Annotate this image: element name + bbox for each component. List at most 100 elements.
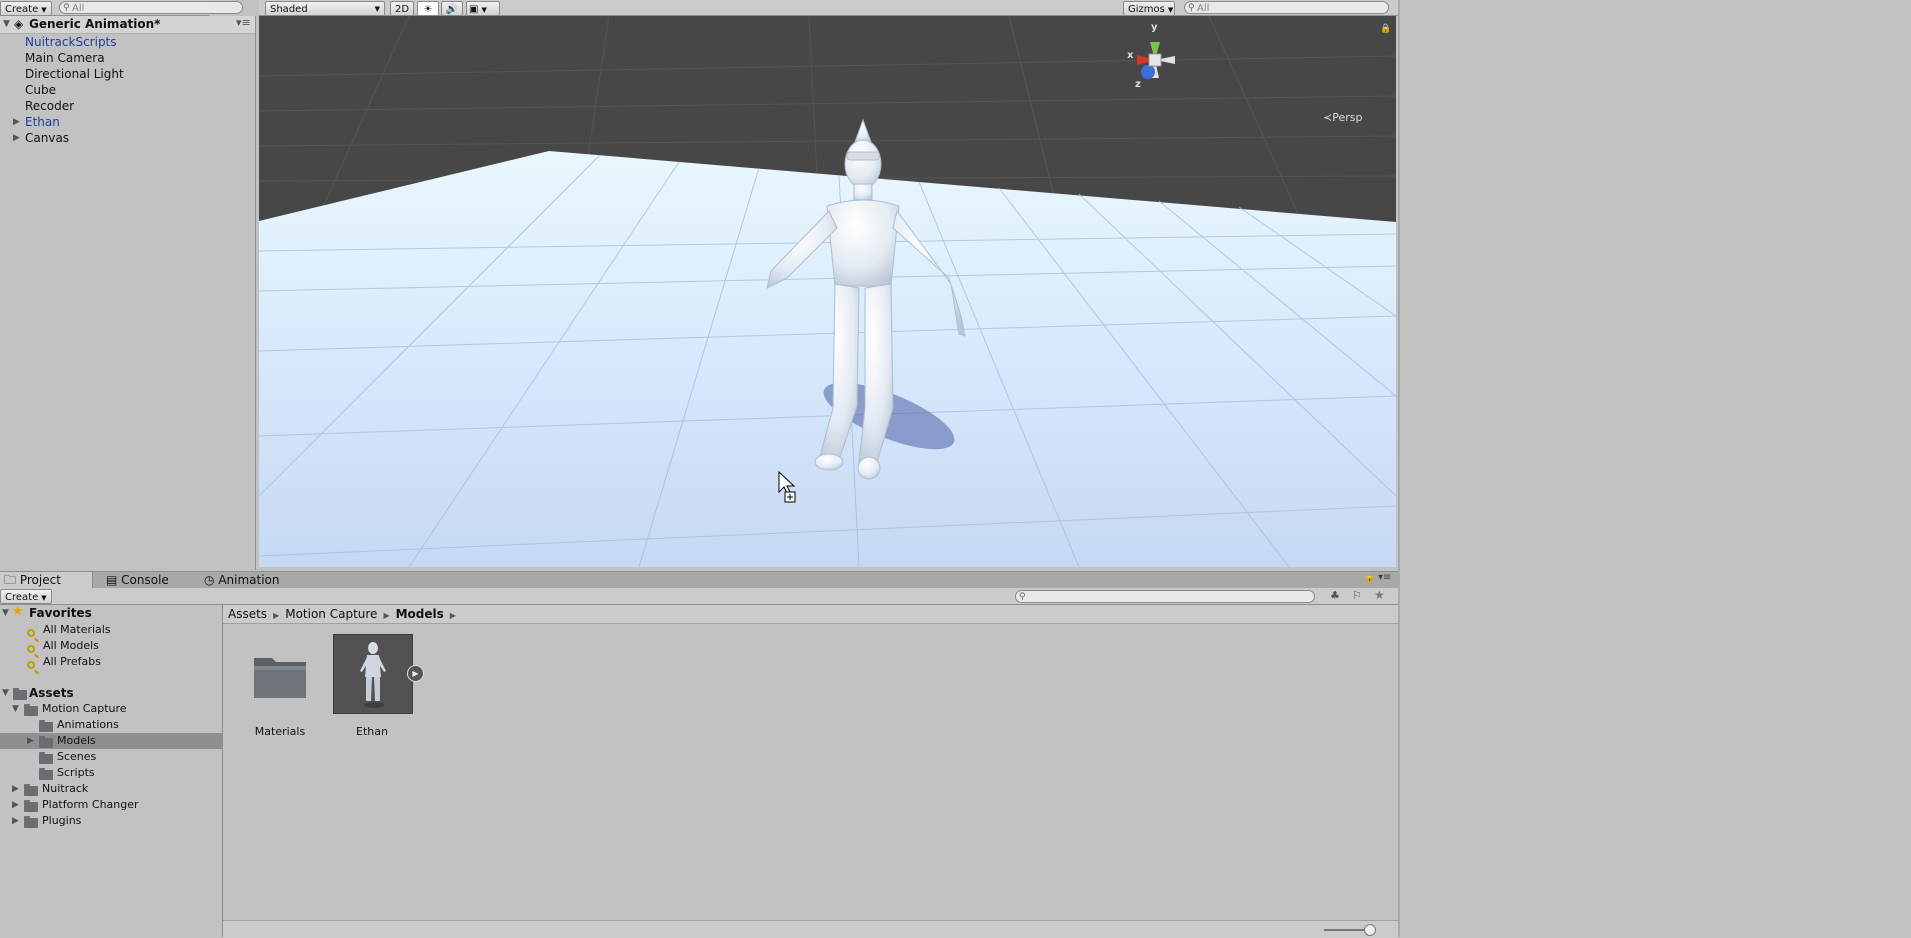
- scene-render: [259, 16, 1396, 567]
- dropdown-caret-icon: ▼: [481, 6, 487, 14]
- folder-tree-item[interactable]: ▶ Plugins: [0, 813, 222, 829]
- shading-mode-dropdown[interactable]: Shaded ▼: [265, 1, 385, 16]
- favorite-item[interactable]: All Prefabs: [0, 654, 222, 670]
- expand-triangle-icon[interactable]: ▼: [2, 605, 9, 621]
- hierarchy-item[interactable]: NuitrackScripts: [0, 34, 255, 50]
- dropdown-caret-icon: ▼: [41, 594, 47, 602]
- folder-tree-label: Animations: [57, 718, 119, 731]
- breadcrumb-separator-icon[interactable]: ▶: [450, 611, 456, 620]
- breadcrumb-separator-icon[interactable]: ▶: [273, 611, 279, 620]
- folder-tree-label: Scenes: [57, 750, 97, 763]
- folder-tree-item[interactable]: ▶ Platform Changer: [0, 797, 222, 813]
- hierarchy-create-button[interactable]: Create ▼: [0, 1, 52, 16]
- tab-animation-label: Animation: [218, 573, 280, 587]
- hierarchy-item[interactable]: ▶ Ethan: [0, 114, 255, 130]
- hierarchy-item[interactable]: ▶ Canvas: [0, 130, 255, 146]
- dropdown-caret-icon: ▼: [41, 6, 47, 14]
- hierarchy-item[interactable]: Main Camera: [0, 50, 255, 66]
- shading-mode-label: Shaded: [270, 4, 308, 15]
- scene-header[interactable]: ▼ ◈ Generic Animation* ▾≡: [0, 16, 255, 34]
- expand-triangle-icon[interactable]: ▶: [13, 130, 20, 146]
- expand-triangle-icon[interactable]: ▶: [12, 781, 19, 797]
- scene-search-placeholder: All: [1197, 3, 1210, 14]
- asset-label: Materials: [254, 725, 306, 738]
- folder-icon: [24, 815, 38, 831]
- project-create-button[interactable]: Create ▼: [0, 589, 52, 604]
- favorite-item[interactable]: All Materials: [0, 622, 222, 638]
- gizmos-dropdown[interactable]: Gizmos ▼: [1123, 1, 1175, 16]
- expand-triangle-icon[interactable]: ▼: [3, 19, 10, 29]
- breadcrumb-items: Assets ▶ Motion Capture ▶ Models ▶: [228, 607, 462, 621]
- folder-tree-item[interactable]: Scenes: [0, 749, 222, 765]
- hierarchy-item-label: Cube: [25, 83, 56, 97]
- filter-by-label-icon[interactable]: ⚐: [1352, 589, 1362, 602]
- search-icon: ⚲: [63, 3, 70, 13]
- tab-animation[interactable]: ◷ Animation: [200, 572, 286, 588]
- hierarchy-item[interactable]: Recoder: [0, 98, 255, 114]
- project-tree-panel: ▼ ★ Favorites All Materials All Models All…: [0, 604, 223, 937]
- breadcrumb: Assets ▶ Motion Capture ▶ Models ▶: [223, 605, 1398, 624]
- perspective-icon: ≺: [1323, 111, 1333, 124]
- scene-menu-icon[interactable]: ▾≡: [236, 16, 251, 29]
- breadcrumb-item[interactable]: Assets: [228, 607, 267, 621]
- lock-icon[interactable]: 🔒: [1380, 24, 1391, 34]
- expand-triangle-icon[interactable]: ▶: [13, 114, 20, 130]
- projection-toggle[interactable]: ≺Persp: [1323, 111, 1362, 124]
- clock-icon: ◷: [204, 573, 215, 587]
- filter-by-type-icon[interactable]: ♣: [1330, 589, 1340, 602]
- tab-console[interactable]: ▤ Console: [102, 572, 175, 588]
- effects-toggle-button[interactable]: ▣ ▼: [466, 1, 500, 16]
- dropdown-caret-icon: ▼: [1167, 6, 1174, 14]
- folder-tab-icon: 🗀: [4, 573, 17, 587]
- folder-tree-item[interactable]: ▶ Nuitrack: [0, 781, 222, 797]
- folder-tree-item[interactable]: Scripts: [0, 765, 222, 781]
- folder-tree-item[interactable]: ▼ Motion Capture: [0, 701, 222, 717]
- tab-console-label: Console: [121, 573, 169, 587]
- tab-project[interactable]: 🗀 Project: [0, 572, 93, 588]
- assets-label: Assets: [29, 686, 74, 700]
- folder-tree-label: Platform Changer: [42, 798, 139, 811]
- toggle-2d-button[interactable]: 2D: [390, 1, 414, 16]
- expand-triangle-icon[interactable]: ▼: [2, 685, 9, 701]
- expand-triangle-icon[interactable]: ▶: [12, 813, 19, 829]
- expand-triangle-icon[interactable]: ▼: [12, 701, 19, 717]
- gizmo-x-label: x: [1127, 50, 1134, 61]
- hierarchy-search-input[interactable]: ⚲ All: [59, 1, 243, 14]
- axis-gizmo[interactable]: y x z: [1125, 22, 1197, 96]
- bottom-tab-bar: 🗀 Project ▤ Console ◷ Animation 🔒 ▾≡: [0, 571, 1398, 588]
- favorites-header[interactable]: ▼ ★ Favorites: [0, 604, 222, 621]
- expand-triangle-icon[interactable]: ▶: [27, 733, 34, 749]
- hierarchy-list: NuitrackScripts Main Camera Directional Li…: [0, 34, 255, 554]
- breadcrumb-separator-icon[interactable]: ▶: [383, 611, 389, 620]
- panel-menu-icon[interactable]: ▾≡: [1378, 572, 1391, 583]
- audio-toggle-button[interactable]: 🔊: [441, 1, 463, 16]
- asset-materials-folder[interactable]: Materials: [237, 634, 323, 738]
- search-icon: ⚲: [1188, 3, 1195, 13]
- favorite-item-label: All Prefabs: [43, 655, 101, 668]
- hierarchy-item-label: Ethan: [25, 115, 60, 129]
- breadcrumb-item[interactable]: Motion Capture: [285, 607, 377, 621]
- expand-triangle-icon[interactable]: ▶: [12, 797, 19, 813]
- hierarchy-item[interactable]: Cube: [0, 82, 255, 98]
- icon-size-slider-handle[interactable]: [1364, 924, 1376, 936]
- folder-tree-item[interactable]: Animations: [0, 717, 222, 733]
- scene-search-input[interactable]: ⚲ All: [1184, 1, 1389, 14]
- favorites-star-icon[interactable]: ★: [1374, 588, 1385, 602]
- gizmos-label: Gizmos: [1128, 4, 1165, 15]
- hierarchy-item[interactable]: Directional Light: [0, 66, 255, 82]
- folder-tree-label: Plugins: [42, 814, 82, 827]
- folder-tree-item[interactable]: ▶ Models: [0, 733, 222, 749]
- project-search-input[interactable]: ⚲: [1015, 590, 1315, 603]
- asset-ethan-model[interactable]: ▶ Ethan: [333, 634, 433, 738]
- assets-header[interactable]: ▼ Assets: [0, 685, 222, 701]
- search-filter-icon: [27, 656, 35, 672]
- scene-viewport[interactable]: y x z 🔒 ≺Persp: [259, 16, 1396, 567]
- breadcrumb-item[interactable]: Models: [396, 607, 444, 621]
- lighting-toggle-button[interactable]: ☀: [417, 1, 439, 16]
- favorite-item[interactable]: All Models: [0, 638, 222, 654]
- console-icon: ▤: [106, 573, 118, 587]
- folder-tree-label: Nuitrack: [42, 782, 89, 795]
- expand-asset-button[interactable]: ▶: [407, 665, 424, 682]
- favorites-label: Favorites: [29, 606, 92, 620]
- lock-icon[interactable]: 🔒: [1364, 573, 1375, 583]
